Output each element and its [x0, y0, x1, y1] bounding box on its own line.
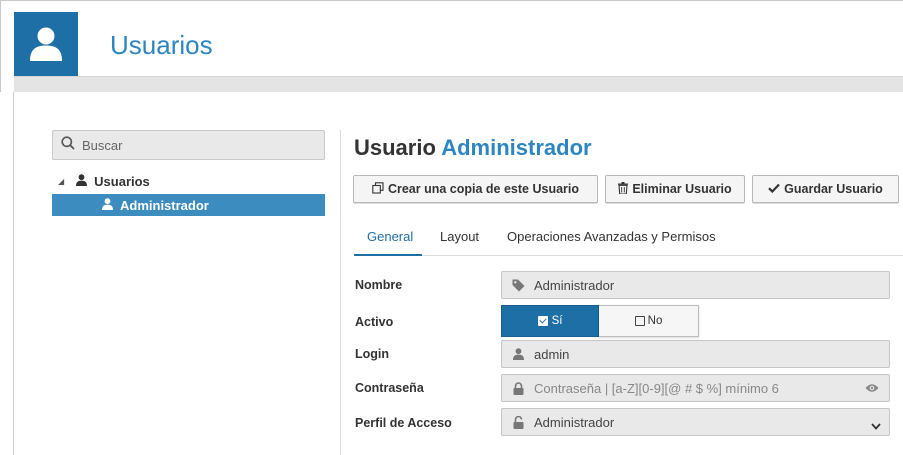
delete-user-button[interactable]: Eliminar Usuario — [605, 175, 745, 203]
perfil-label: Perfil de Acceso — [355, 416, 452, 430]
nombre-value: Administrador — [534, 277, 615, 293]
nombre-field[interactable]: Administrador — [501, 271, 890, 299]
login-label: Login — [355, 347, 390, 361]
tree-node-usuarios[interactable]: ◢ Usuarios — [58, 174, 150, 189]
activo-label: Activo — [355, 315, 394, 329]
search-box[interactable] — [52, 130, 325, 160]
tab-general[interactable]: General — [367, 229, 413, 244]
nombre-label: Nombre — [355, 278, 403, 292]
caret-down-icon[interactable]: ◢ — [58, 177, 64, 186]
perfil-value: Administrador — [534, 414, 615, 430]
login-value: admin — [534, 346, 570, 362]
user-icon — [102, 197, 113, 213]
page-header: Usuarios — [14, 12, 903, 76]
header-stripe — [14, 76, 903, 92]
search-icon — [61, 135, 75, 155]
delete-user-label: Eliminar Usuario — [632, 182, 732, 196]
panel-divider — [340, 130, 341, 455]
user-icon — [511, 348, 525, 360]
trash-icon — [618, 181, 629, 197]
tree-node-label: Administrador — [120, 197, 209, 213]
active-tab-indicator — [354, 254, 422, 256]
user-icon — [76, 174, 88, 189]
tab-operaciones-avanzadas[interactable]: Operaciones Avanzadas y Permisos — [507, 229, 716, 244]
checkbox-checked-icon — [537, 316, 548, 326]
lock-icon — [511, 381, 525, 395]
activo-si-toggle[interactable]: Sí — [501, 305, 599, 337]
save-user-label: Guardar Usuario — [784, 182, 883, 196]
left-edge — [0, 92, 14, 455]
tab-layout[interactable]: Layout — [440, 229, 479, 244]
user-icon — [14, 12, 78, 76]
perfil-select[interactable]: Administrador — [501, 408, 890, 436]
record-title-prefix: Usuario — [354, 135, 436, 160]
password-field[interactable]: Contraseña | [a-Z][0-9][@ # $ %] mínimo … — [501, 374, 890, 402]
eye-icon[interactable] — [865, 381, 879, 396]
checkbox-empty-icon — [634, 316, 645, 326]
chevron-down-icon — [871, 418, 881, 433]
tag-icon — [511, 279, 525, 292]
activo-no-toggle[interactable]: No — [599, 305, 699, 337]
copy-icon — [372, 181, 384, 197]
search-input[interactable] — [82, 137, 302, 153]
record-title: Usuario Administrador — [354, 135, 592, 161]
password-placeholder: Contraseña | [a-Z][0-9][@ # $ %] mínimo … — [534, 380, 779, 396]
login-field[interactable]: admin — [501, 340, 890, 368]
tab-bar: General Layout Operaciones Avanzadas y P… — [354, 222, 903, 256]
save-user-button[interactable]: Guardar Usuario — [752, 175, 899, 203]
tree-node-label: Usuarios — [94, 174, 150, 189]
copy-user-label: Crear una copia de este Usuario — [387, 182, 580, 196]
activo-si-label: Sí — [551, 315, 563, 327]
unlock-icon — [511, 415, 525, 429]
password-label: Contraseña — [355, 381, 424, 395]
copy-user-button[interactable]: Crear una copia de este Usuario — [353, 175, 598, 203]
record-title-name: Administrador — [441, 135, 592, 160]
check-icon — [768, 182, 780, 196]
page-title: Usuarios — [110, 30, 213, 60]
tree-node-administrador[interactable]: Administrador — [52, 194, 325, 216]
activo-no-label: No — [647, 315, 663, 327]
